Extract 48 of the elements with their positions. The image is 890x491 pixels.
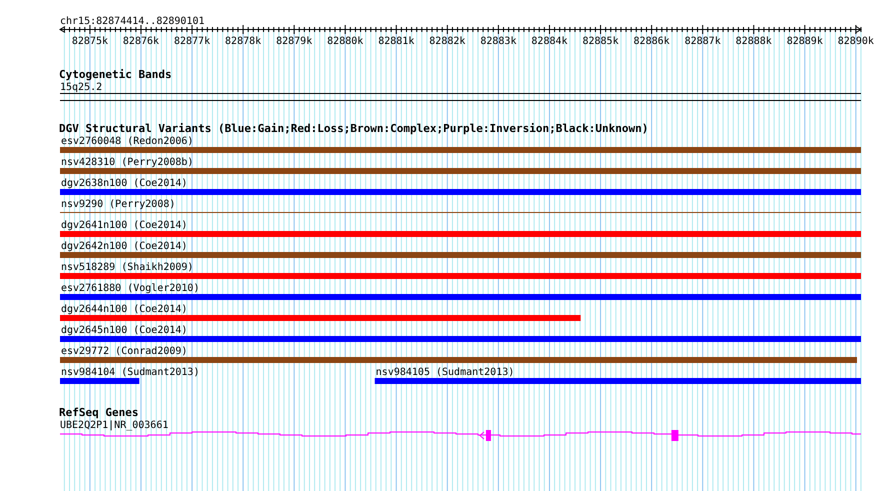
ruler-tick-label: 82879k <box>276 36 312 47</box>
variant-bar[interactable] <box>60 273 861 279</box>
region-label: chr15:82874414..82890101 <box>60 16 204 27</box>
variant-label[interactable]: dgv2644n100 (Coe2014) <box>61 304 188 315</box>
track-title: RefSeq Genes <box>59 406 138 419</box>
variant-label[interactable]: dgv2645n100 (Coe2014) <box>61 325 188 336</box>
ruler-tick-label: 82890k <box>838 36 874 47</box>
ruler-tick-label: 82889k <box>786 36 823 47</box>
variant-line[interactable] <box>60 212 861 213</box>
variant-bar[interactable] <box>60 378 140 384</box>
variant-bar[interactable] <box>60 168 861 174</box>
variant-bar[interactable] <box>60 336 861 342</box>
ruler-tick-label: 82880k <box>327 36 364 47</box>
ruler-tick-label: 82881k <box>378 36 414 47</box>
variant-label[interactable]: esv29772 (Conrad2009) <box>61 346 188 357</box>
variant-bar[interactable] <box>60 315 581 321</box>
variant-label[interactable]: esv2760048 (Redon2006) <box>61 136 194 147</box>
ruler-tick-label: 82886k <box>634 36 670 47</box>
variant-label[interactable]: nsv428310 (Perry2008b) <box>61 157 194 168</box>
ruler-tick-label: 82876k <box>122 36 160 47</box>
variant-label[interactable]: nsv984105 (Sudmant2013) <box>376 367 514 378</box>
variant-bar[interactable] <box>374 378 861 384</box>
variant-label[interactable]: dgv2638n100 (Coe2014) <box>61 178 188 189</box>
ruler-tick-label: 82878k <box>225 36 262 47</box>
ruler-tick-label: 82883k <box>480 36 516 47</box>
ruler-tick-label: 82877k <box>174 36 210 47</box>
ruler-tick-label: 82884k <box>531 36 568 47</box>
gene-label[interactable]: UBE2Q2P1|NR_003661 <box>60 420 168 431</box>
ruler-tick-label: 82888k <box>736 36 772 47</box>
variant-label[interactable]: nsv9290 (Perry2008) <box>61 199 176 210</box>
variant-label[interactable]: esv2761880 (Vogler2010) <box>61 283 200 294</box>
variant-label[interactable]: dgv2642n100 (Coe2014) <box>61 241 188 252</box>
variant-bar[interactable] <box>60 294 861 300</box>
track-title: Cytogenetic Bands <box>59 68 172 81</box>
variant-bar[interactable] <box>60 231 861 237</box>
variant-bar[interactable] <box>60 252 861 258</box>
ruler-tick-label: 82875k <box>72 36 108 47</box>
variant-bar[interactable] <box>60 189 861 195</box>
variant-label[interactable]: nsv518289 (Shaikh2009) <box>61 262 194 273</box>
variant-bar[interactable] <box>60 147 861 153</box>
variant-label[interactable]: dgv2641n100 (Coe2014) <box>61 220 188 231</box>
variant-bar[interactable] <box>60 357 857 363</box>
band-label: 15q25.2 <box>60 82 102 93</box>
ruler-tick-label: 82885k <box>582 36 619 47</box>
ruler-tick-label: 82887k <box>684 36 721 47</box>
variant-label[interactable]: nsv984104 (Sudmant2013) <box>61 367 200 378</box>
ruler-tick-label: 82882k <box>429 36 466 47</box>
track-title: DGV Structural Variants (Blue:Gain;Red:Loss;Brown:Complex;Purple:Inversion;Black:Unknown) <box>59 122 648 135</box>
